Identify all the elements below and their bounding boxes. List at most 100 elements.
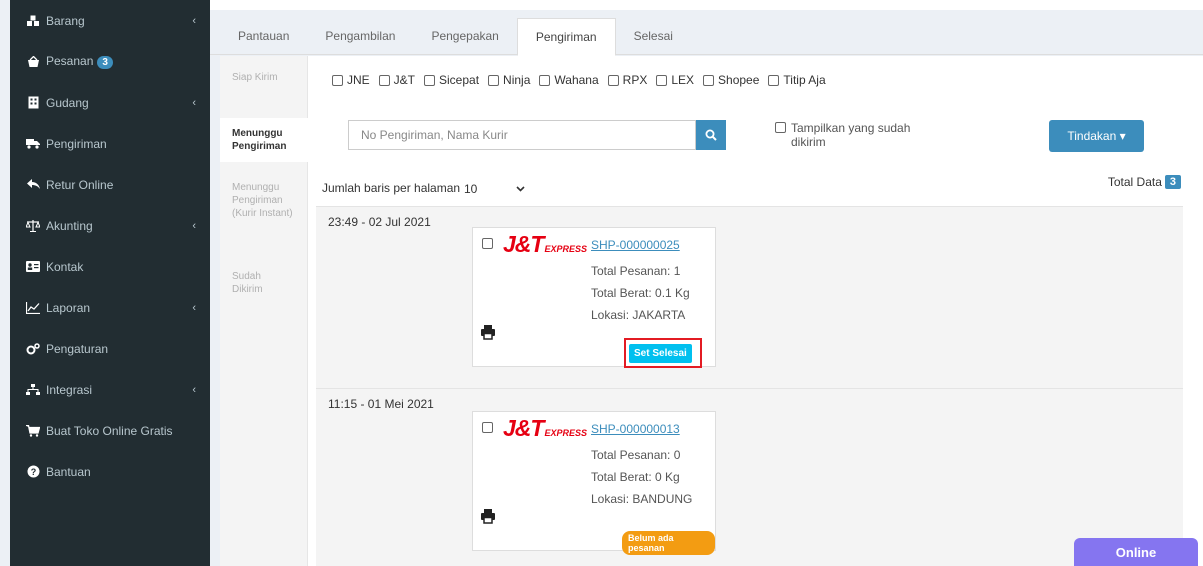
search-input[interactable] [348,120,696,150]
sidebar-item-kontak[interactable]: Kontak [10,246,210,287]
logo-subtext: EXPRESS [544,428,587,438]
gears-icon [26,342,40,356]
shipment-group: 23:49 - 02 Jul 2021 J&T EXPRESS SHP-0000… [316,206,1183,388]
shipment-id-link[interactable]: SHP-000000025 [591,238,680,252]
rows-per-page-label: Jumlah baris per halaman [322,181,461,195]
courier-checkbox-jne[interactable]: JNE [332,73,370,87]
subtab-siap-kirim[interactable]: Siap Kirim [220,71,280,84]
chevron-left-icon: ‹ [192,383,196,396]
courier-checkbox-titip-aja[interactable]: Titip Aja [768,73,826,87]
courier-checkbox-sicepat[interactable]: Sicepat [424,73,479,87]
online-chat-button[interactable]: Online [1074,538,1198,566]
search-button[interactable] [696,120,726,150]
courier-checkbox-rpx[interactable]: RPX [607,73,648,87]
sidebar-item-akunting[interactable]: Akunting ‹ [10,205,210,246]
set-selesai-button[interactable]: Set Selesai [629,344,692,363]
sidebar-item-pengiriman[interactable]: Pengiriman [10,123,210,164]
basket-icon [26,55,40,69]
building-icon [26,96,40,110]
checkbox[interactable] [703,74,715,86]
subtab-menunggu-pengiriman[interactable]: Menunggu Pengiriman [220,118,309,162]
courier-label: Sicepat [439,73,480,87]
search-icon [705,129,717,141]
courier-label: Wahana [554,73,599,87]
courier-checkbox-jnt[interactable]: J&T [378,73,415,87]
total-orders: Total Pesanan: 1 [591,264,681,278]
courier-checkbox-wahana[interactable]: Wahana [539,73,599,87]
sidebar-item-integrasi[interactable]: Integrasi ‹ [10,369,210,410]
sidebar-item-barang[interactable]: Barang ‹ [10,0,210,41]
sidebar-item-label: Pesanan [46,54,94,68]
checkbox[interactable] [332,74,343,86]
shipment-checkbox[interactable] [482,422,493,433]
print-icon[interactable] [480,324,496,340]
sidebar-item-label: Kontak [46,259,84,274]
courier-label: LEX [671,73,695,87]
line-chart-icon [26,301,40,315]
subtab-menunggu-pengiriman-instant[interactable]: Menunggu Pengiriman (Kurir Instant) [220,181,308,220]
courier-checkbox-ninja[interactable]: Ninja [488,73,530,87]
courier-filter: JNE J&T Sicepat Ninja Wahana RPX LEX Sho… [332,73,826,87]
sidebar-item-bantuan[interactable]: ? Bantuan [10,451,210,492]
total-weight: Total Berat: 0.1 Kg [591,286,690,300]
sidebar-item-gudang[interactable]: Gudang ‹ [10,82,210,123]
sidebar-item-label: Gudang [46,95,89,110]
checkbox[interactable] [768,74,780,86]
sidebar-item-label: Barang [46,13,85,28]
truck-icon [26,137,40,151]
sidebar-item-label: Buat Toko Online Gratis [46,423,173,438]
courier-label: Titip Aja [783,73,826,87]
tab-selesai[interactable]: Selesai [616,18,691,55]
checkbox[interactable] [424,74,436,86]
rows-per-page-select[interactable]: 10 [458,176,531,202]
courier-checkbox-lex[interactable]: LEX [656,73,694,87]
question-circle-icon: ? [26,465,40,479]
shipment-checkbox[interactable] [482,238,493,249]
action-dropdown-button[interactable]: Tindakan ▾ [1049,120,1144,152]
checkbox[interactable] [775,122,786,133]
cart-icon [26,424,40,438]
order-count-badge: 3 [97,56,113,69]
checkbox[interactable] [607,74,619,86]
tab-pantauan[interactable]: Pantauan [220,18,307,55]
total-weight: Total Berat: 0 Kg [591,470,680,484]
checkbox[interactable] [656,74,668,86]
sidebar-item-label: Akunting [46,218,93,233]
sidebar-item-retur-online[interactable]: Retur Online [10,164,210,205]
sidebar-item-label: Pengiriman [46,136,107,151]
shipment-group: 11:15 - 01 Mei 2021 J&T EXPRESS SHP-0000… [316,388,1183,566]
tab-pengepakan[interactable]: Pengepakan [413,18,516,55]
checkbox[interactable] [488,74,500,86]
sidebar-item-laporan[interactable]: Laporan ‹ [10,287,210,328]
shipment-card: J&T EXPRESS SHP-000000013 Total Pesanan:… [472,411,716,555]
show-sent-toggle[interactable]: Tampilkan yang sudah dikirim [775,121,935,149]
sidebar-item-label: Integrasi [46,382,93,397]
courier-label: Ninja [503,73,531,87]
shipment-id-link[interactable]: SHP-000000013 [591,422,680,436]
sidebar-item-pesanan[interactable]: Pesanan 3 [10,41,210,82]
chevron-left-icon: ‹ [192,219,196,232]
sidebar-item-buat-toko[interactable]: Buat Toko Online Gratis [10,410,210,451]
logo-subtext: EXPRESS [544,244,587,254]
tab-pengiriman[interactable]: Pengiriman [516,18,616,56]
jnt-express-logo: J&T EXPRESS [503,231,587,257]
print-icon[interactable] [480,508,496,524]
sitemap-icon [26,383,40,397]
total-data-label: Total Data [1107,175,1162,189]
cubes-icon [26,14,40,28]
checkbox[interactable] [539,74,551,86]
logo-text: J&T [503,231,544,257]
courier-checkbox-shopee[interactable]: Shopee [703,73,759,87]
subtab-sudah-dikirim[interactable]: Sudah Dikirim [220,270,276,296]
sidebar-item-pengaturan[interactable]: Pengaturan [10,328,210,369]
group-date: 11:15 - 01 Mei 2021 [328,397,434,411]
tab-pengambilan[interactable]: Pengambilan [307,18,413,55]
sidebar-item-label: Retur Online [46,177,114,192]
group-date: 23:49 - 02 Jul 2021 [328,215,431,229]
shipment-subtabs: Siap Kirim Menunggu Pengiriman Menunggu … [220,56,309,566]
courier-label: RPX [622,73,648,87]
chevron-left-icon: ‹ [192,301,196,314]
search-group [348,120,726,150]
balance-scale-icon [26,219,40,233]
checkbox[interactable] [378,74,390,86]
